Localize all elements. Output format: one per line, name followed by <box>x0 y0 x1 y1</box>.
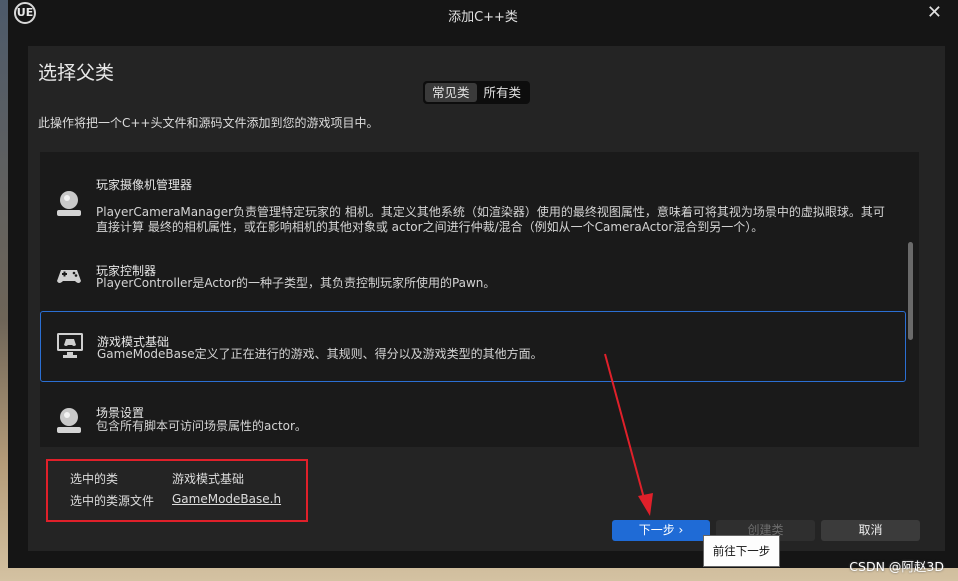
next-tooltip: 前往下一步 <box>703 535 780 567</box>
annotation-arrow <box>604 353 653 516</box>
watermark: CSDN @阿赵3D <box>849 559 944 574</box>
